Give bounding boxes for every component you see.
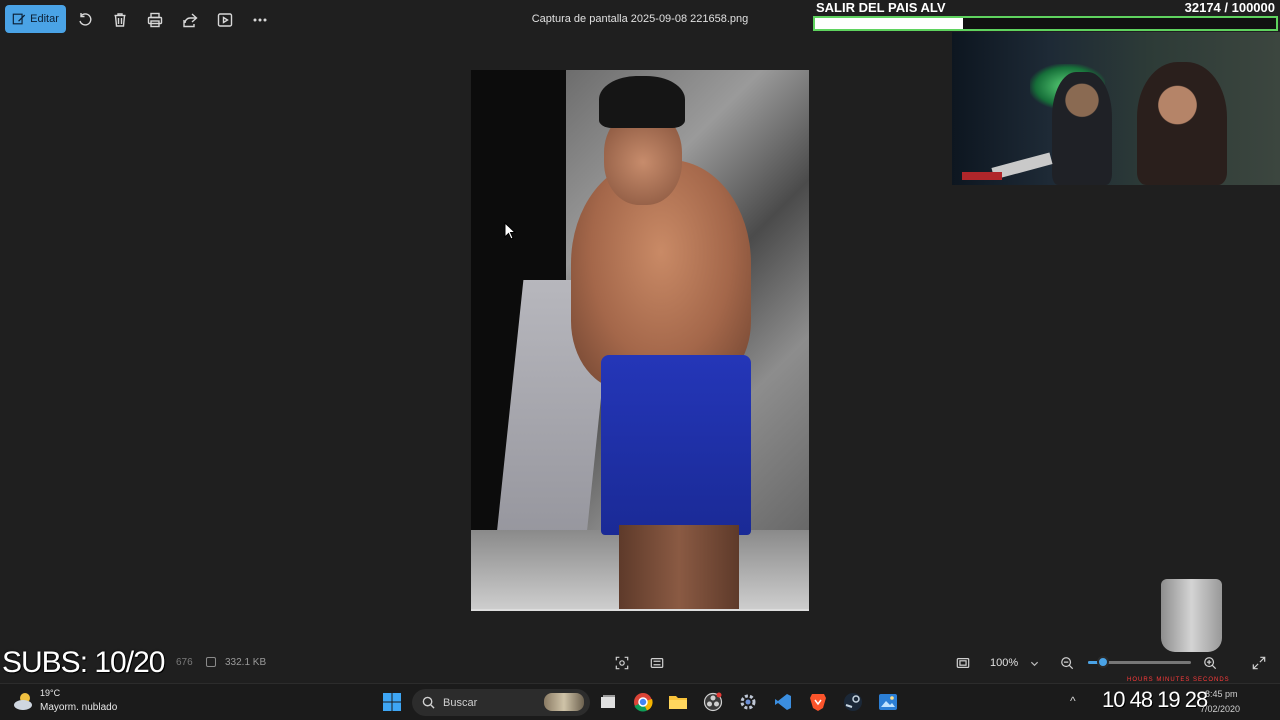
webcam-person-left bbox=[1052, 72, 1112, 185]
vscode-app[interactable] bbox=[770, 689, 796, 715]
edit-icon bbox=[12, 13, 26, 25]
subs-counter-overlay: SUBS: 10/20 bbox=[2, 646, 165, 679]
webcam-overlay bbox=[952, 32, 1280, 185]
focus-icon bbox=[615, 656, 629, 670]
fit-to-window-button[interactable] bbox=[954, 654, 972, 672]
file-size-icon bbox=[206, 657, 216, 667]
fit-screen-button[interactable] bbox=[613, 654, 631, 672]
zoom-out-button[interactable] bbox=[1058, 654, 1076, 672]
obs-icon bbox=[703, 692, 723, 712]
windows-taskbar: 19°C Mayorm. nublado Buscar ^ HOURS MINU… bbox=[0, 677, 1280, 720]
search-placeholder: Buscar bbox=[443, 696, 478, 709]
weather-description[interactable]: Mayorm. nublado bbox=[40, 702, 117, 713]
settings-app[interactable] bbox=[735, 689, 761, 715]
photos-app-window: Editar Captura de pantalla 2025-09-08 22… bbox=[0, 0, 1280, 720]
zoom-in-button[interactable] bbox=[1201, 654, 1219, 672]
goal-progress-fill bbox=[815, 18, 964, 29]
taskbar-clock-date[interactable]: 7/02/2020 bbox=[1200, 704, 1240, 714]
image-region-shorts bbox=[601, 355, 751, 535]
filmstrip-button[interactable] bbox=[648, 654, 666, 672]
rotate-button[interactable] bbox=[74, 9, 96, 31]
more-icon bbox=[253, 18, 267, 22]
zoom-slider-thumb[interactable] bbox=[1097, 656, 1110, 668]
more-options-button[interactable] bbox=[249, 9, 271, 31]
image-region-legs bbox=[619, 525, 739, 609]
brave-app[interactable] bbox=[805, 689, 831, 715]
taskbar-clock-time[interactable]: 8:45 pm bbox=[1205, 689, 1238, 699]
goal-title: SALIR DEL PAIS ALV bbox=[816, 0, 946, 15]
fullscreen-button[interactable] bbox=[1250, 654, 1268, 672]
settings-icon bbox=[740, 694, 756, 710]
start-button[interactable] bbox=[379, 689, 405, 715]
brave-icon bbox=[810, 694, 826, 711]
zoom-level-value: 100% bbox=[990, 657, 1019, 669]
photos-icon bbox=[879, 694, 897, 710]
goal-count: 32174 / 100000 bbox=[1184, 0, 1275, 15]
displayed-image bbox=[471, 70, 809, 611]
clock-overlay-labels: HOURS MINUTES SECONDS bbox=[1127, 677, 1230, 683]
obs-app[interactable] bbox=[700, 689, 726, 715]
task-view-button[interactable] bbox=[595, 689, 621, 715]
weather-temperature[interactable]: 19°C bbox=[40, 688, 60, 698]
print-icon bbox=[147, 12, 163, 28]
edit-button[interactable]: Editar bbox=[5, 5, 66, 33]
file-explorer-icon bbox=[669, 696, 687, 709]
slideshow-icon bbox=[217, 13, 233, 27]
chevron-down-icon bbox=[1031, 661, 1039, 666]
zoom-out-icon bbox=[1061, 657, 1074, 670]
clock-overlay: 10 48 19 28 bbox=[1102, 687, 1208, 712]
cloudy-weather-icon[interactable] bbox=[13, 690, 35, 712]
chrome-icon bbox=[634, 693, 653, 712]
search-highlight-image bbox=[544, 693, 584, 711]
fit-window-icon bbox=[956, 658, 970, 668]
zoom-in-icon bbox=[1204, 657, 1217, 670]
chrome-app[interactable] bbox=[630, 689, 656, 715]
delete-icon bbox=[114, 13, 126, 27]
windows-start-icon bbox=[383, 693, 401, 711]
goal-progress-bar bbox=[813, 16, 1278, 31]
taskbar-search[interactable]: Buscar bbox=[412, 689, 590, 716]
steam-app[interactable] bbox=[840, 689, 866, 715]
vscode-icon bbox=[775, 694, 791, 710]
glass-cup-overlay bbox=[1161, 579, 1222, 652]
search-icon bbox=[422, 696, 435, 709]
file-explorer-app[interactable] bbox=[665, 689, 691, 715]
webcam-person-right bbox=[1137, 62, 1227, 185]
image-region-cap bbox=[599, 76, 685, 128]
mouse-cursor-icon bbox=[504, 222, 517, 240]
print-button[interactable] bbox=[144, 9, 166, 31]
rotate-icon bbox=[79, 13, 92, 26]
photos-app[interactable] bbox=[875, 689, 901, 715]
slideshow-button[interactable] bbox=[214, 9, 236, 31]
delete-button[interactable] bbox=[109, 9, 131, 31]
file-title: Captura de pantalla 2025-09-08 221658.pn… bbox=[531, 13, 749, 25]
expand-icon bbox=[1252, 656, 1266, 670]
file-size: 332.1 KB bbox=[225, 657, 267, 668]
edit-button-label: Editar bbox=[30, 13, 59, 25]
tray-chevron-up-icon[interactable]: ^ bbox=[1070, 694, 1076, 708]
share-icon bbox=[183, 13, 198, 28]
webcam-red-light bbox=[962, 172, 1002, 180]
steam-icon bbox=[844, 693, 862, 711]
zoom-level-select[interactable]: 100% bbox=[983, 652, 1049, 674]
task-view-icon bbox=[601, 695, 615, 708]
image-dimensions: 676 bbox=[176, 657, 193, 668]
share-button[interactable] bbox=[179, 9, 201, 31]
filmstrip-icon bbox=[650, 658, 664, 668]
